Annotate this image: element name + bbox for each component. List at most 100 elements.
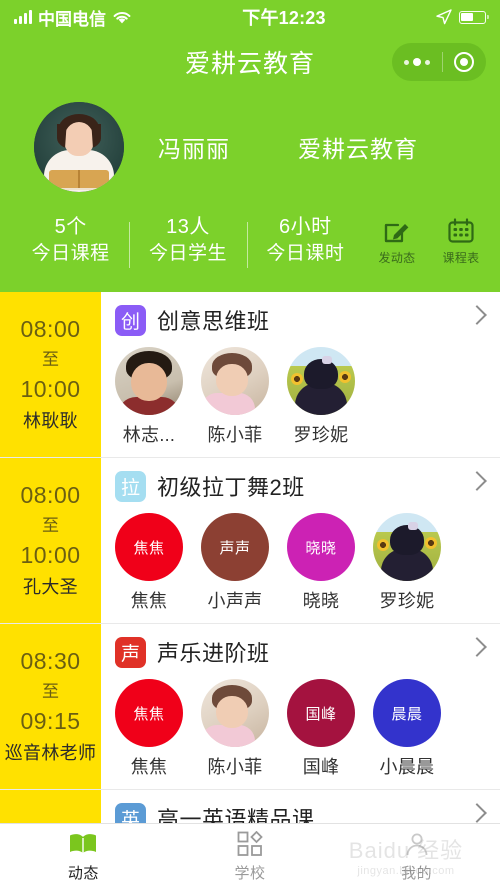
- tab-label: 我的: [401, 865, 433, 882]
- time-block: 08:00 至 10:00 林耿耿: [0, 292, 101, 457]
- tab-moments[interactable]: 动态: [0, 830, 167, 883]
- header-actions: 发动态 课程表: [364, 214, 488, 266]
- end-time: 10:00: [20, 542, 81, 568]
- course-badge: 拉: [115, 470, 146, 502]
- student-item[interactable]: 晨晨 小晨晨: [373, 679, 441, 779]
- course-info[interactable]: 创 创意思维班 林志... 陈小菲 罗珍妮: [101, 292, 500, 457]
- app-root: 中国电信 下午12:23 爱耕云教育 冯丽丽 爱耕云教育 5个 今日课程 13人…: [0, 0, 500, 889]
- course-info[interactable]: 声 声乐进阶班 焦焦 焦焦 陈小菲 国峰 国峰 晨晨 小晨晨: [101, 624, 500, 789]
- page-title: 爱耕云教育: [184, 50, 315, 78]
- course-info[interactable]: 拉 初级拉丁舞2班 焦焦 焦焦 声声 小声声 晓晓 晓晓 罗珍妮: [101, 458, 500, 623]
- course-row[interactable]: 08:00 至 10:00 孔大圣 拉 初级拉丁舞2班 焦焦 焦焦 声声 小声声…: [0, 458, 500, 624]
- post-moment-button[interactable]: 发动态: [372, 214, 422, 266]
- student-name: 罗珍妮: [293, 425, 349, 445]
- student-avatar[interactable]: 晓晓: [287, 513, 355, 581]
- course-name: 创意思维班: [157, 309, 270, 334]
- course-name: 初级拉丁舞2班: [157, 475, 305, 500]
- schedule-list: 08:00 至 10:00 林耿耿 创 创意思维班 林志... 陈小菲 罗珍妮 …: [0, 292, 500, 889]
- student-avatar[interactable]: 焦焦: [115, 513, 183, 581]
- stat-value: 6小时: [279, 215, 332, 238]
- student-avatar[interactable]: [287, 347, 355, 415]
- status-bar: 中国电信 下午12:23: [0, 0, 500, 34]
- end-time: 09:15: [20, 708, 81, 734]
- student-avatar[interactable]: 声声: [201, 513, 269, 581]
- stat-value: 5个: [54, 215, 87, 238]
- student-item[interactable]: 罗珍妮: [373, 513, 441, 613]
- carrier-label: 中国电信: [38, 9, 106, 29]
- target-circle-icon[interactable]: [443, 52, 487, 72]
- course-header: 声 声乐进阶班: [115, 634, 500, 670]
- student-avatar[interactable]: [373, 513, 441, 581]
- stat-label: 今日课时: [266, 242, 345, 264]
- teacher-avatar[interactable]: [34, 102, 124, 192]
- battery-icon: [459, 10, 489, 24]
- student-name: 焦焦: [130, 757, 168, 777]
- stat-today-hours[interactable]: 6小时 今日课时: [246, 214, 364, 268]
- stat-label: 今日课程: [31, 242, 110, 264]
- stat-today-courses[interactable]: 5个 今日课程: [12, 214, 129, 267]
- teacher-name: 巡音林老师: [4, 743, 97, 763]
- course-badge: 声: [115, 636, 146, 668]
- student-item[interactable]: 罗珍妮: [287, 347, 355, 447]
- course-header: 创 创意思维班: [115, 302, 500, 338]
- student-name: 罗珍妮: [379, 591, 435, 611]
- miniprogram-capsule[interactable]: [392, 43, 486, 81]
- course-badge: 创: [115, 304, 146, 336]
- calendar-icon: [436, 214, 486, 248]
- signal-bars-icon: [14, 10, 32, 24]
- student-list: 焦焦 焦焦 声声 小声声 晓晓 晓晓 罗珍妮: [115, 513, 500, 613]
- student-item[interactable]: 陈小菲: [201, 679, 269, 779]
- student-avatar[interactable]: 晨晨: [373, 679, 441, 747]
- student-name: 陈小菲: [207, 757, 263, 777]
- profile-name: 冯丽丽: [158, 136, 230, 162]
- time-block: 08:30 至 09:15 巡音林老师: [0, 624, 101, 789]
- student-item[interactable]: 焦焦 焦焦: [115, 679, 183, 779]
- time-separator: 至: [42, 516, 59, 535]
- start-time: 08:00: [20, 316, 81, 342]
- student-name: 小晨晨: [379, 757, 435, 777]
- timetable-button[interactable]: 课程表: [436, 214, 486, 266]
- student-item[interactable]: 晓晓 晓晓: [287, 513, 355, 613]
- teacher-name: 孔大圣: [23, 577, 78, 597]
- timetable-label: 课程表: [442, 251, 480, 265]
- person-icon: [333, 830, 500, 858]
- stat-label: 今日学生: [148, 242, 227, 264]
- open-book-icon: [0, 830, 167, 858]
- end-time: 10:00: [20, 376, 81, 402]
- student-item[interactable]: 陈小菲: [201, 347, 269, 447]
- student-avatar[interactable]: [201, 679, 269, 747]
- teacher-name: 林耿耿: [23, 411, 78, 431]
- course-row[interactable]: 08:00 至 10:00 林耿耿 创 创意思维班 林志... 陈小菲 罗珍妮: [0, 292, 500, 458]
- student-avatar[interactable]: [201, 347, 269, 415]
- stats-row: 5个 今日课程 13人 今日学生 6小时 今日课时 发动态 课程表: [0, 194, 500, 280]
- profile-org: 爱耕云教育: [298, 136, 418, 162]
- stat-today-students[interactable]: 13人 今日学生: [129, 214, 246, 268]
- app-header: 中国电信 下午12:23 爱耕云教育 冯丽丽 爱耕云教育 5个 今日课程 13人…: [0, 0, 500, 292]
- start-time: 08:00: [20, 482, 81, 508]
- student-item[interactable]: 国峰 国峰: [287, 679, 355, 779]
- student-avatar[interactable]: 国峰: [287, 679, 355, 747]
- student-name: 陈小菲: [207, 425, 263, 445]
- tab-school[interactable]: 学校: [167, 830, 334, 883]
- status-bar-right: [436, 9, 489, 25]
- student-name: 晓晓: [302, 591, 340, 611]
- student-name: 林志...: [122, 425, 176, 445]
- student-avatar[interactable]: 焦焦: [115, 679, 183, 747]
- course-row[interactable]: 08:30 至 09:15 巡音林老师 声 声乐进阶班 焦焦 焦焦 陈小菲 国峰…: [0, 624, 500, 790]
- student-name: 小声声: [207, 591, 263, 611]
- course-header: 拉 初级拉丁舞2班: [115, 468, 500, 504]
- more-dots-icon[interactable]: [392, 58, 442, 66]
- status-bar-clock: 下午12:23: [242, 8, 326, 28]
- time-separator: 至: [42, 682, 59, 701]
- edit-pencil-icon: [372, 214, 422, 248]
- start-time: 08:30: [20, 648, 81, 674]
- profile-section[interactable]: 冯丽丽 爱耕云教育: [0, 90, 500, 194]
- bottom-tab-bar: 动态 学校 我的: [0, 823, 500, 889]
- tab-mine[interactable]: 我的: [333, 830, 500, 883]
- student-item[interactable]: 声声 小声声: [201, 513, 269, 613]
- student-item[interactable]: 焦焦 焦焦: [115, 513, 183, 613]
- student-item[interactable]: 林志...: [115, 347, 183, 447]
- wifi-icon: [112, 10, 132, 25]
- student-avatar[interactable]: [115, 347, 183, 415]
- stat-value: 13人: [166, 215, 210, 238]
